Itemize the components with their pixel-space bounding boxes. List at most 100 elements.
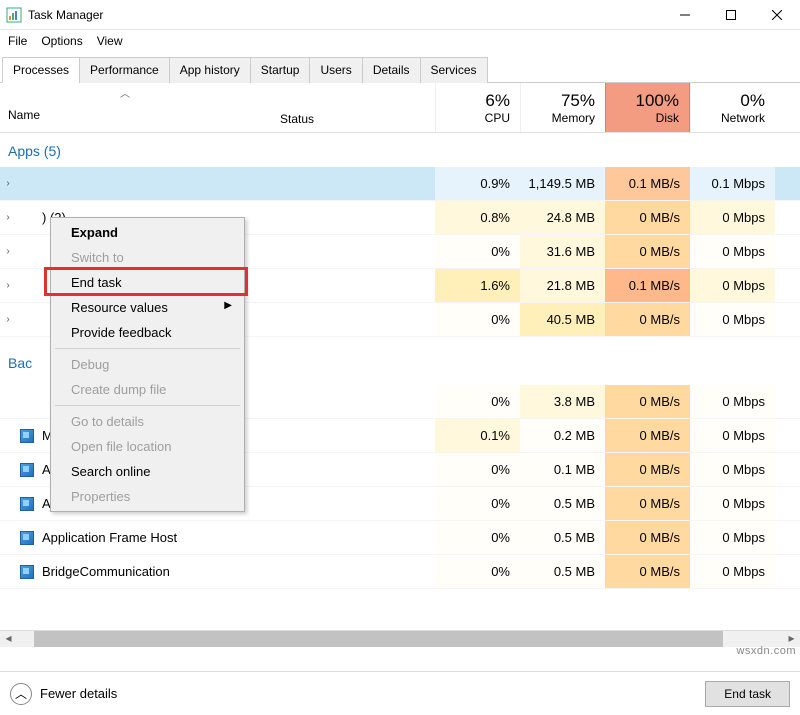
- expand-icon[interactable]: ›: [0, 178, 16, 189]
- col-disk[interactable]: 100% Disk: [605, 83, 690, 132]
- tabs: Processes Performance App history Startu…: [0, 56, 800, 83]
- cell-net: 0 Mbps: [690, 487, 775, 520]
- col-status[interactable]: Status: [280, 83, 435, 132]
- app-icon: [18, 209, 36, 227]
- col-name-label: Name: [8, 108, 280, 122]
- cell-cpu: 0%: [435, 555, 520, 588]
- cell-disk: 0 MB/s: [605, 303, 690, 336]
- ctx-properties: Properties: [53, 484, 242, 509]
- cell-disk: 0 MB/s: [605, 385, 690, 418]
- cell-net: 0 Mbps: [690, 303, 775, 336]
- ctx-search-online[interactable]: Search online: [53, 459, 242, 484]
- menu-view[interactable]: View: [97, 34, 123, 48]
- cell-net: 0 Mbps: [690, 201, 775, 234]
- cell-disk: 0 MB/s: [605, 419, 690, 452]
- cell-cpu: 1.6%: [435, 269, 520, 302]
- service-icon: [18, 529, 36, 547]
- app-icon: [18, 175, 36, 193]
- tab-performance[interactable]: Performance: [79, 57, 170, 83]
- tab-startup[interactable]: Startup: [250, 57, 311, 83]
- tab-app-history[interactable]: App history: [169, 57, 251, 83]
- cell-disk: 0.1 MB/s: [605, 167, 690, 200]
- ctx-expand[interactable]: Expand: [53, 220, 242, 245]
- cell-net: 0.1 Mbps: [690, 167, 775, 200]
- group-apps[interactable]: Apps (5): [0, 133, 800, 167]
- cell-disk: 0 MB/s: [605, 235, 690, 268]
- process-name: Application Frame Host: [42, 530, 435, 545]
- cell-mem: 24.8 MB: [520, 201, 605, 234]
- cell-net: 0 Mbps: [690, 235, 775, 268]
- app-icon: [18, 277, 36, 295]
- cell-mem: 3.8 MB: [520, 385, 605, 418]
- minimize-button[interactable]: [662, 0, 708, 30]
- cell-cpu: 0%: [435, 487, 520, 520]
- bg-process-row[interactable]: BridgeCommunication0%0.5 MB0 MB/s0 Mbps: [0, 555, 800, 589]
- tab-details[interactable]: Details: [362, 57, 421, 83]
- ctx-resource-values[interactable]: Resource values▶: [53, 295, 242, 320]
- cell-net: 0 Mbps: [690, 385, 775, 418]
- app-icon: [18, 243, 36, 261]
- cell-mem: 0.5 MB: [520, 487, 605, 520]
- cell-cpu: 0.1%: [435, 419, 520, 452]
- app-icon: [18, 311, 36, 329]
- horizontal-scrollbar[interactable]: ◂ ▸: [0, 630, 800, 647]
- cell-net: 0 Mbps: [690, 453, 775, 486]
- cell-net: 0 Mbps: [690, 269, 775, 302]
- service-icon: [18, 461, 36, 479]
- cell-disk: 0 MB/s: [605, 487, 690, 520]
- cell-cpu: 0%: [435, 521, 520, 554]
- menu-file[interactable]: File: [8, 34, 27, 48]
- context-menu: Expand Switch to End task Resource value…: [50, 217, 245, 512]
- sort-indicator-icon: ︿: [120, 85, 130, 100]
- tab-services[interactable]: Services: [420, 57, 488, 83]
- maximize-button[interactable]: [708, 0, 754, 30]
- cell-disk: 0 MB/s: [605, 521, 690, 554]
- cell-cpu: 0%: [435, 303, 520, 336]
- service-icon: [18, 427, 36, 445]
- cell-mem: 21.8 MB: [520, 269, 605, 302]
- col-cpu[interactable]: 6% CPU: [435, 83, 520, 132]
- cell-mem: 0.1 MB: [520, 453, 605, 486]
- col-network[interactable]: 0% Network: [690, 83, 775, 132]
- separator: [55, 348, 240, 349]
- cell-cpu: 0%: [435, 453, 520, 486]
- tab-users[interactable]: Users: [309, 57, 362, 83]
- process-name: BridgeCommunication: [42, 564, 435, 579]
- expand-icon[interactable]: ›: [0, 246, 16, 257]
- chevron-up-icon: ︿: [10, 683, 32, 705]
- bg-process-row[interactable]: Application Frame Host0%0.5 MB0 MB/s0 Mb…: [0, 521, 800, 555]
- cell-disk: 0 MB/s: [605, 201, 690, 234]
- cell-disk: 0 MB/s: [605, 555, 690, 588]
- expand-icon[interactable]: ›: [0, 314, 16, 325]
- cell-mem: 0.2 MB: [520, 419, 605, 452]
- cell-mem: 0.5 MB: [520, 521, 605, 554]
- col-memory[interactable]: 75% Memory: [520, 83, 605, 132]
- fewer-details-button[interactable]: ︿ Fewer details: [10, 683, 117, 705]
- cell-disk: 0.1 MB/s: [605, 269, 690, 302]
- end-task-button[interactable]: End task: [705, 681, 790, 707]
- ctx-end-task[interactable]: End task: [53, 270, 242, 295]
- cell-cpu: 0.9%: [435, 167, 520, 200]
- app-process-row[interactable]: › 0.9%1,149.5 MB0.1 MB/s0.1 Mbps: [0, 167, 800, 201]
- app-icon: [6, 7, 22, 23]
- app-icon: [18, 393, 36, 411]
- cell-cpu: 0%: [435, 235, 520, 268]
- cell-net: 0 Mbps: [690, 419, 775, 452]
- separator: [55, 405, 240, 406]
- close-button[interactable]: [754, 0, 800, 30]
- cell-cpu: 0.8%: [435, 201, 520, 234]
- ctx-details: Go to details: [53, 409, 242, 434]
- expand-icon[interactable]: ›: [0, 212, 16, 223]
- ctx-feedback[interactable]: Provide feedback: [53, 320, 242, 345]
- cell-mem: 40.5 MB: [520, 303, 605, 336]
- expand-icon[interactable]: ›: [0, 280, 16, 291]
- col-name[interactable]: ︿ Name: [0, 83, 280, 132]
- ctx-switch-to: Switch to: [53, 245, 242, 270]
- column-headers: ︿ Name Status 6% CPU 75% Memory 100% Dis…: [0, 83, 800, 133]
- tab-processes[interactable]: Processes: [2, 57, 80, 83]
- titlebar: Task Manager: [0, 0, 800, 30]
- menu-options[interactable]: Options: [41, 34, 82, 48]
- cell-net: 0 Mbps: [690, 521, 775, 554]
- cell-disk: 0 MB/s: [605, 453, 690, 486]
- cell-mem: 1,149.5 MB: [520, 167, 605, 200]
